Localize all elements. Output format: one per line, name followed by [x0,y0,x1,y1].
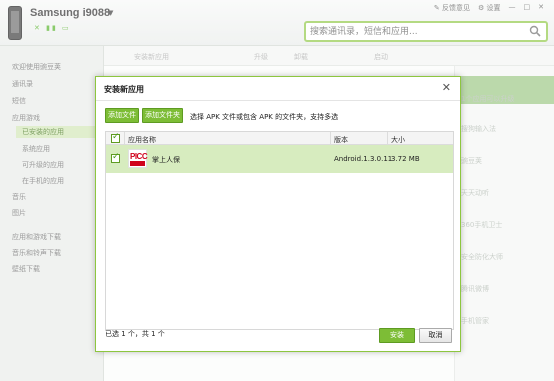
table-row[interactable]: PICC 掌上人保 Android.1.3.0.11 3.72 MB [106,145,453,173]
app-name: 掌上人保 [152,156,180,164]
app-icon-bar [130,161,145,166]
selection-count: 已选 1 个，共 1 个 [105,330,165,338]
dialog-hint: 选择 APK 文件或包含 APK 的文件夹，支持多选 [190,113,339,121]
cancel-button[interactable]: 取消 [419,328,452,343]
apk-table: 应用名称 版本 大小 PICC 掌上人保 Android.1.3.0.11 3.… [105,131,454,330]
row-checkbox[interactable] [111,152,120,163]
picc-app-icon: PICC [128,149,148,168]
add-file-button[interactable]: 添加文件 [105,108,139,123]
app-version: Android.1.3.0.11 [334,155,393,163]
column-divider [124,132,125,145]
table-header: 应用名称 版本 大小 [106,132,453,145]
install-button[interactable]: 安装 [379,328,415,343]
column-header-version[interactable]: 版本 [334,135,348,145]
column-header-name[interactable]: 应用名称 [128,135,156,145]
add-folder-button[interactable]: 添加文件夹 [142,108,183,123]
app-size: 3.72 MB [391,155,420,163]
dialog-title: 安装新应用 [104,85,144,94]
dialog-divider [96,100,460,101]
select-all-checkbox[interactable] [111,132,120,143]
column-header-size[interactable]: 大小 [391,135,405,145]
column-divider [387,132,388,145]
app-icon-text: PICC [130,152,148,161]
close-icon[interactable]: ✕ [442,81,451,94]
column-divider [330,132,331,145]
install-dialog: 安装新应用 ✕ 添加文件 添加文件夹 选择 APK 文件或包含 APK 的文件夹… [95,76,461,352]
